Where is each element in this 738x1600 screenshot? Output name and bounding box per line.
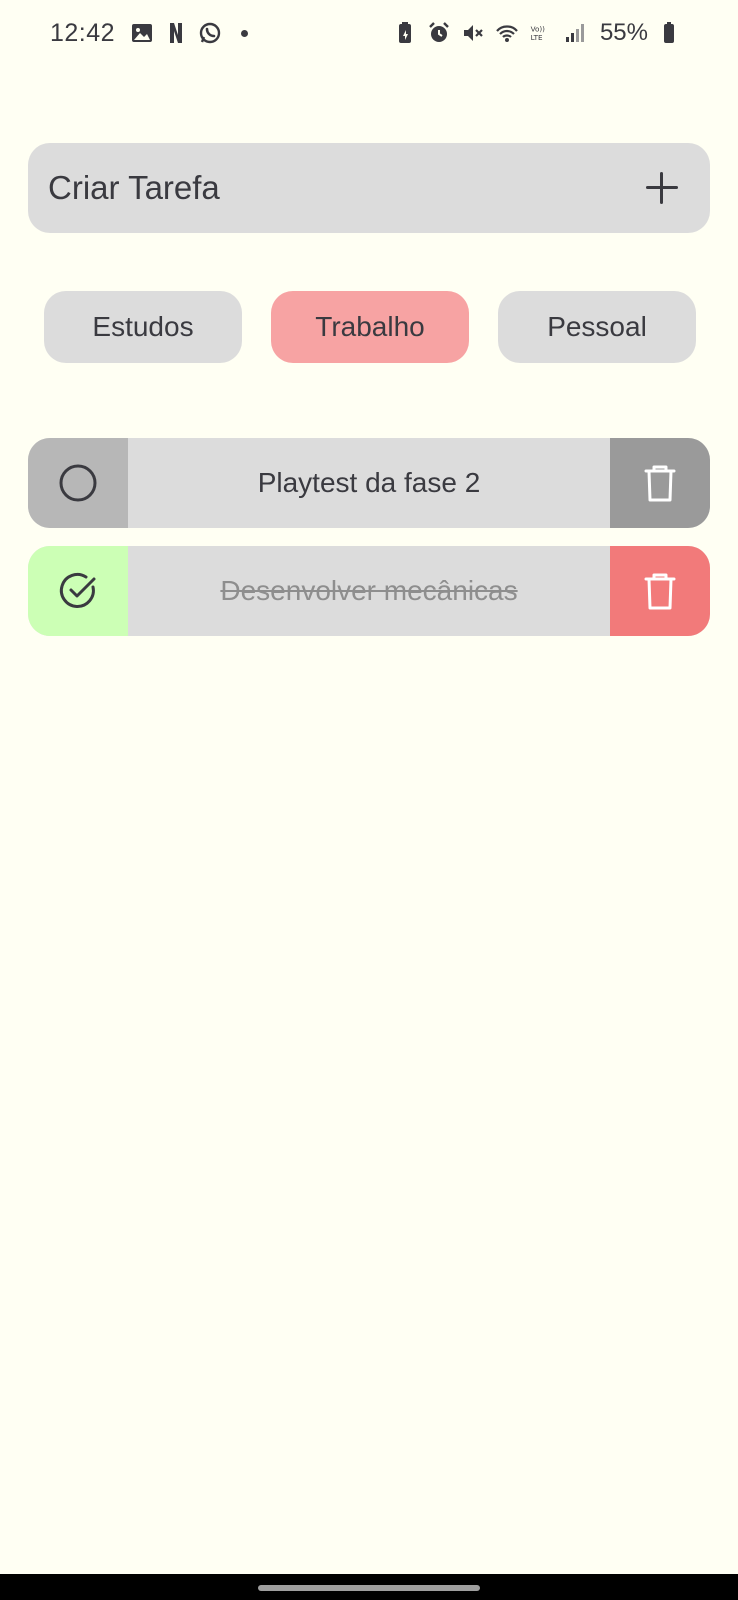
netflix-icon [163,20,189,46]
status-bar-right: Vo)) LTE 55% [392,19,682,47]
app-screen: 12:42 Vo)) LTE 55% Criar Tarefa Estudos … [0,0,738,1600]
task-title: Playtest da fase 2 [128,438,610,528]
home-gesture-handle[interactable] [258,1585,480,1591]
task-toggle-button[interactable] [28,438,128,528]
category-tabs: Estudos Trabalho Pessoal [44,291,696,363]
create-task-bar[interactable]: Criar Tarefa [28,143,710,233]
task-title: Desenvolver mecânicas [128,546,610,636]
task-list: Playtest da fase 2 Desenvolver mecânicas [28,438,710,654]
circle-icon [59,464,97,502]
task-item: Desenvolver mecânicas [28,546,710,636]
notification-dot [241,29,249,37]
create-task-label: Criar Tarefa [48,169,220,206]
plus-icon[interactable] [644,170,680,206]
delete-task-button[interactable] [610,546,710,636]
signal-icon [562,20,588,46]
whatsapp-icon [197,20,223,46]
tab-pessoal[interactable]: Pessoal [498,291,696,363]
status-bar-left: 12:42 [50,18,249,48]
battery-percent: 55% [599,19,648,46]
trash-icon [644,573,676,610]
battery-icon [656,20,682,46]
tab-estudos[interactable]: Estudos [44,291,242,363]
delete-task-button[interactable] [610,438,710,528]
check-circle-icon [59,572,96,608]
svg-text:Vo)): Vo)) [531,24,546,33]
task-toggle-button[interactable] [28,546,128,636]
status-time: 12:42 [50,18,116,47]
battery-saver-icon [392,20,418,46]
mute-icon [460,20,486,46]
status-bar: 12:42 Vo)) LTE 55% [0,0,738,66]
trash-icon [644,465,676,502]
image-icon [129,20,155,46]
tab-trabalho[interactable]: Trabalho [271,291,469,363]
alarm-icon [426,20,452,46]
task-item: Playtest da fase 2 [28,438,710,528]
wifi-icon [494,20,520,46]
svg-text:LTE: LTE [531,33,543,42]
volte-icon: Vo)) LTE [528,20,554,46]
system-nav-bar [0,1574,738,1600]
